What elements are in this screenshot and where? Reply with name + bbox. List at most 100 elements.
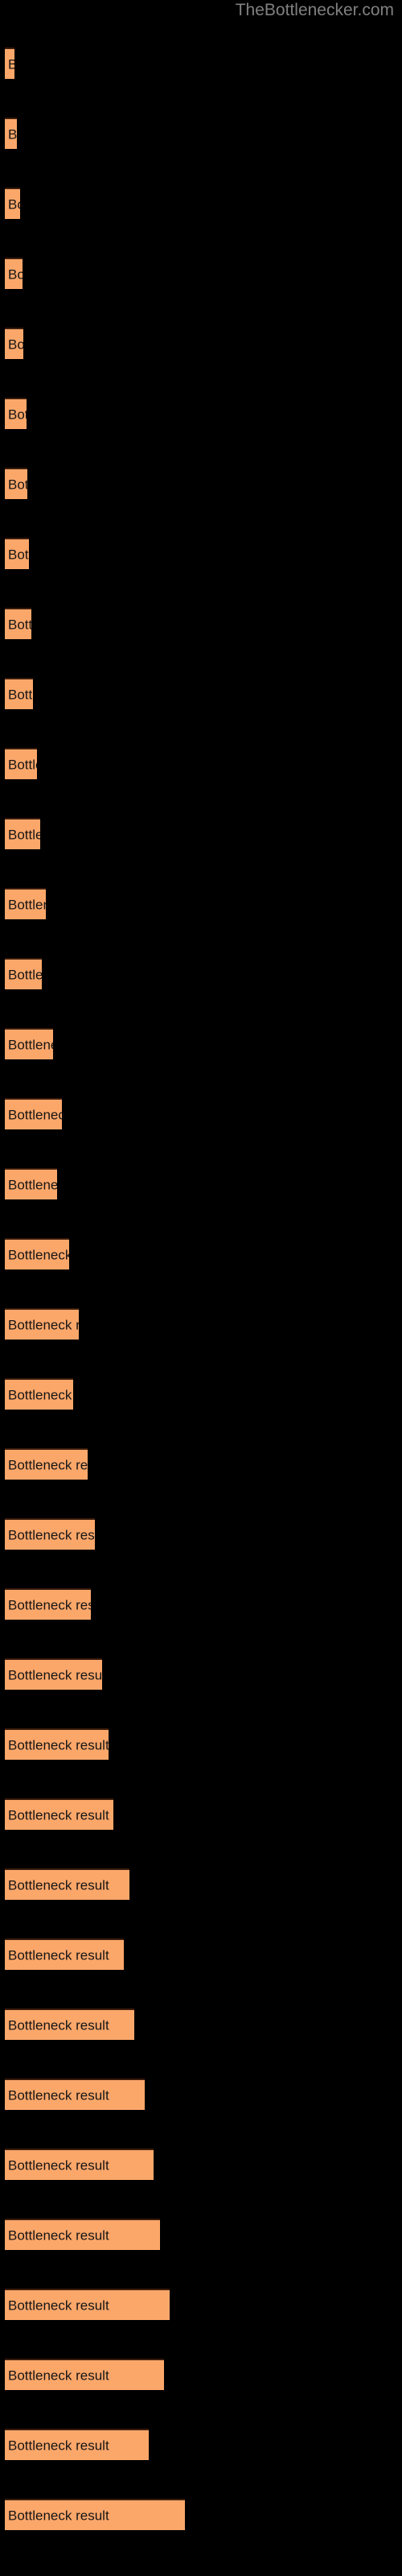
bar-row[interactable]: Bottleneck result bbox=[5, 1868, 129, 1900]
bar-row[interactable]: Bottleneck result bbox=[5, 2219, 160, 2250]
bar-row[interactable]: Bottleneck result bbox=[5, 1588, 91, 1620]
bar[interactable]: Bottleneck result bbox=[5, 1588, 91, 1620]
bar[interactable]: Bottleneck result bbox=[5, 2429, 149, 2460]
bar-row[interactable]: Bottleneck result bbox=[5, 1518, 95, 1550]
bar[interactable]: Bottleneck result bbox=[5, 538, 29, 569]
bar[interactable]: Bottleneck result bbox=[5, 1238, 69, 1269]
bar[interactable]: Bottleneck result bbox=[5, 958, 42, 989]
bar[interactable]: Bottleneck result bbox=[5, 2499, 185, 2530]
bar-row[interactable]: Bottleneck result bbox=[5, 2149, 154, 2180]
bar-label: Bottleneck result bbox=[8, 2438, 109, 2453]
bar[interactable]: Bottleneck result bbox=[5, 398, 27, 429]
bar[interactable]: Bottleneck result bbox=[5, 1308, 79, 1340]
bar-row[interactable]: Bottleneck result bbox=[5, 1308, 79, 1340]
bar[interactable]: Bottleneck result bbox=[5, 1938, 124, 1970]
bar-label: Bottleneck result bbox=[8, 2297, 109, 2313]
bar-row[interactable]: Bottleneck result bbox=[5, 958, 42, 989]
bar-row[interactable]: Bottleneck result bbox=[5, 1728, 109, 1760]
bar[interactable]: Bottleneck result bbox=[5, 678, 33, 709]
bar-row[interactable]: Bottleneck result bbox=[5, 1658, 102, 1690]
bar-label: Bottleneck result bbox=[8, 1527, 95, 1542]
bar[interactable]: Bottleneck result bbox=[5, 1168, 57, 1199]
bar-label: Bottleneck result bbox=[8, 1597, 91, 1612]
bar[interactable]: Bottleneck result bbox=[5, 1448, 88, 1480]
bar-label: Bottleneck result bbox=[8, 2227, 109, 2243]
bar-label: Bottleneck result bbox=[8, 1457, 88, 1472]
bar-label: Bottleneck result bbox=[8, 1877, 109, 1893]
bar-label: Bottleneck result bbox=[8, 1107, 62, 1122]
bar-label: Bottleneck result bbox=[8, 1387, 73, 1402]
bar-row[interactable]: Bottleneck result bbox=[5, 398, 27, 429]
bar-label: Bottleneck result bbox=[8, 126, 17, 142]
bar[interactable]: Bottleneck result bbox=[5, 608, 31, 639]
bar[interactable]: Bottleneck result bbox=[5, 2149, 154, 2180]
bar[interactable]: Bottleneck result bbox=[5, 1798, 113, 1830]
bar-label: Bottleneck result bbox=[8, 1317, 79, 1332]
bar-label: Bottleneck result bbox=[8, 2087, 109, 2103]
bar-label: Bottleneck result bbox=[8, 407, 27, 422]
bar-label: Bottleneck result bbox=[8, 2508, 109, 2523]
bar[interactable]: Bottleneck result bbox=[5, 2079, 145, 2110]
bar-label: Bottleneck result bbox=[8, 2368, 109, 2383]
bar-label: Bottleneck result bbox=[8, 827, 40, 842]
bar-row[interactable]: Bottleneck result bbox=[5, 2289, 170, 2320]
bar-label: Bottleneck result bbox=[8, 56, 14, 72]
bar-row[interactable]: Bottleneck result bbox=[5, 1938, 124, 1970]
bar[interactable]: Bottleneck result bbox=[5, 1028, 53, 1059]
bar-row[interactable]: Bottleneck result bbox=[5, 1098, 62, 1129]
bar-label: Bottleneck result bbox=[8, 1737, 109, 1752]
bar[interactable]: Bottleneck result bbox=[5, 2008, 134, 2040]
bar[interactable]: Bottleneck result bbox=[5, 2289, 170, 2320]
bar[interactable]: Bottleneck result bbox=[5, 468, 27, 499]
bar[interactable]: Bottleneck result bbox=[5, 47, 14, 79]
bar[interactable]: Bottleneck result bbox=[5, 1868, 129, 1900]
bar[interactable]: Bottleneck result bbox=[5, 328, 23, 359]
bar-row[interactable]: Bottleneck result bbox=[5, 2429, 149, 2460]
bar[interactable]: Bottleneck result bbox=[5, 888, 46, 919]
bar-row[interactable]: Bottleneck result bbox=[5, 1798, 113, 1830]
bar-row[interactable]: Bottleneck result bbox=[5, 1238, 69, 1269]
bar-row[interactable]: Bottleneck result bbox=[5, 538, 29, 569]
bar-row[interactable]: Bottleneck result bbox=[5, 47, 14, 79]
bar[interactable]: Bottleneck result bbox=[5, 1378, 73, 1410]
bar-label: Bottleneck result bbox=[8, 196, 20, 212]
bar-label: Bottleneck result bbox=[8, 336, 23, 352]
bar-row[interactable]: Bottleneck result bbox=[5, 818, 40, 849]
bar[interactable]: Bottleneck result bbox=[5, 2219, 160, 2250]
bar-label: Bottleneck result bbox=[8, 1247, 69, 1262]
bar-row[interactable]: Bottleneck result bbox=[5, 468, 27, 499]
bar-label: Bottleneck result bbox=[8, 2017, 109, 2033]
bottleneck-bar-chart: Bottleneck result Bottleneck result Bottle… bbox=[0, 0, 402, 2576]
bar-row[interactable]: Bottleneck result bbox=[5, 2499, 185, 2530]
bar-row[interactable]: Bottleneck result bbox=[5, 2079, 145, 2110]
bar[interactable]: Bottleneck result bbox=[5, 818, 40, 849]
bar-row[interactable]: Bottleneck result bbox=[5, 1378, 73, 1410]
bar[interactable]: Bottleneck result bbox=[5, 1658, 102, 1690]
bar[interactable]: Bottleneck result bbox=[5, 748, 37, 779]
bar[interactable]: Bottleneck result bbox=[5, 2359, 164, 2390]
bar[interactable]: Bottleneck result bbox=[5, 1728, 109, 1760]
bar-row[interactable]: Bottleneck result bbox=[5, 2008, 134, 2040]
bar[interactable]: Bottleneck result bbox=[5, 1518, 95, 1550]
bar-row[interactable]: Bottleneck result bbox=[5, 888, 46, 919]
bar-row[interactable]: Bottleneck result bbox=[5, 2359, 164, 2390]
bar[interactable]: Bottleneck result bbox=[5, 258, 23, 289]
bar-row[interactable]: Bottleneck result bbox=[5, 118, 17, 149]
bar[interactable]: Bottleneck result bbox=[5, 118, 17, 149]
bar-row[interactable]: Bottleneck result bbox=[5, 608, 31, 639]
bar-row[interactable]: Bottleneck result bbox=[5, 258, 23, 289]
bar-label: Bottleneck result bbox=[8, 547, 29, 562]
bar[interactable]: Bottleneck result bbox=[5, 188, 20, 219]
bar-label: Bottleneck result bbox=[8, 967, 42, 982]
bar-row[interactable]: Bottleneck result bbox=[5, 678, 33, 709]
bar-row[interactable]: Bottleneck result bbox=[5, 188, 20, 219]
bar-row[interactable]: Bottleneck result bbox=[5, 1028, 53, 1059]
bar-row[interactable]: Bottleneck result bbox=[5, 1448, 88, 1480]
bar[interactable]: Bottleneck result bbox=[5, 1098, 62, 1129]
bar-row[interactable]: Bottleneck result bbox=[5, 328, 23, 359]
bar-label: Bottleneck result bbox=[8, 1177, 57, 1192]
bar-label: Bottleneck result bbox=[8, 2157, 109, 2173]
bar-row[interactable]: Bottleneck result bbox=[5, 748, 37, 779]
bar-label: Bottleneck result bbox=[8, 897, 46, 912]
bar-row[interactable]: Bottleneck result bbox=[5, 1168, 57, 1199]
